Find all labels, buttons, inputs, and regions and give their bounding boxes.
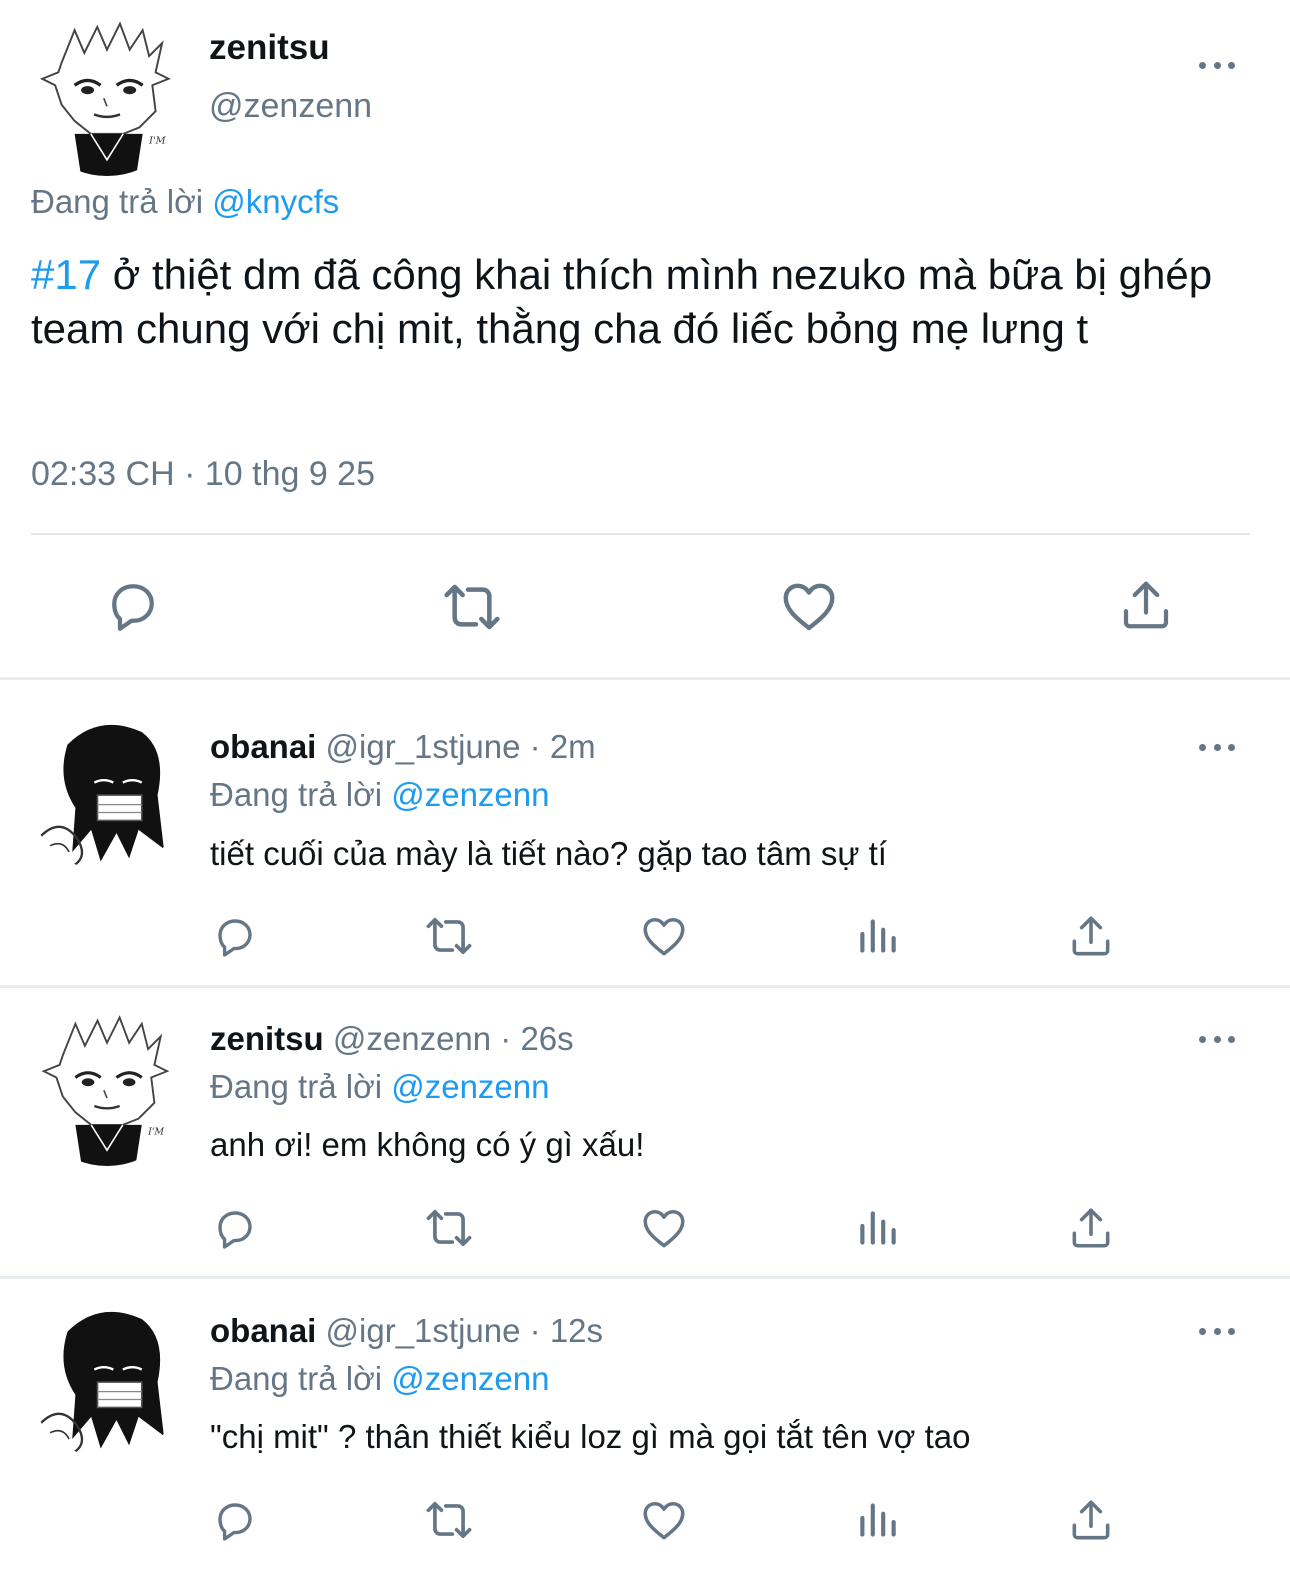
more-icon[interactable] <box>1199 59 1235 71</box>
tweet-text: anh ơi! em không có ý gì xấu! <box>210 1126 645 1163</box>
timestamp[interactable]: 02:33 CH · 10 thg 9 25 <box>31 455 375 494</box>
views-icon[interactable] <box>853 1203 903 1253</box>
retweet-icon[interactable] <box>440 575 504 639</box>
display-name[interactable]: zenitsu <box>210 1020 324 1057</box>
reply-prefix: Đang trả lời <box>31 183 204 220</box>
handle[interactable]: @zenzenn <box>209 87 372 126</box>
divider <box>0 1276 1290 1279</box>
like-icon[interactable] <box>778 575 840 637</box>
reply-icon[interactable] <box>211 912 259 960</box>
reply-to-link[interactable]: @zenzenn <box>391 1068 549 1105</box>
avatar[interactable] <box>28 1300 186 1458</box>
tweet-time[interactable]: · 26s <box>500 1020 573 1057</box>
handle[interactable]: @igr_1stjune <box>326 728 521 765</box>
divider <box>31 533 1250 535</box>
tweet-body: ở thiệt dm đã công khai thích mình nezuk… <box>31 251 1213 352</box>
tweet-time[interactable]: · 12s <box>530 1312 603 1349</box>
display-name[interactable]: zenitsu <box>209 28 330 68</box>
reply-prefix: Đang trả lời <box>210 1360 383 1397</box>
handle[interactable]: @zenzenn <box>333 1020 491 1057</box>
tweet-text: #17 ở thiệt dm đã công khai thích mình n… <box>31 248 1246 356</box>
reply-to-link[interactable]: @knycfs <box>212 183 339 220</box>
share-icon[interactable] <box>1066 911 1116 961</box>
reply-prefix: Đang trả lời <box>210 1068 383 1105</box>
tweet-time[interactable]: · 2m <box>530 728 596 765</box>
tweet-header: obanai @igr_1stjune · 2m <box>210 728 596 766</box>
views-icon[interactable] <box>853 911 903 961</box>
tweet-text: "chị mit" ? thân thiết kiểu loz gì mà gọ… <box>210 1418 971 1455</box>
tweet-text: tiết cuối của mày là tiết nào? gặp tao t… <box>210 835 887 872</box>
tweet-header: obanai @igr_1stjune · 12s <box>210 1312 603 1350</box>
share-icon[interactable] <box>1066 1495 1116 1545</box>
display-name[interactable]: obanai <box>210 728 316 765</box>
retweet-icon[interactable] <box>423 910 475 962</box>
like-icon[interactable] <box>639 1495 689 1545</box>
retweet-icon[interactable] <box>423 1202 475 1254</box>
reply-to-link[interactable]: @zenzenn <box>391 1360 549 1397</box>
handle[interactable]: @igr_1stjune <box>326 1312 521 1349</box>
views-icon[interactable] <box>853 1495 903 1545</box>
share-icon[interactable] <box>1116 575 1176 635</box>
share-icon[interactable] <box>1066 1203 1116 1253</box>
reply-icon[interactable] <box>211 1496 259 1544</box>
display-name[interactable]: obanai <box>210 1312 316 1349</box>
hashtag-link[interactable]: #17 <box>31 251 101 298</box>
reply-context: Đang trả lời @zenzenn <box>210 1068 549 1106</box>
reply-to-link[interactable]: @zenzenn <box>391 776 549 813</box>
tweet-header: zenitsu @zenzenn · 26s <box>210 1020 574 1058</box>
reply-prefix: Đang trả lời <box>210 776 383 813</box>
avatar[interactable] <box>26 14 188 176</box>
divider <box>0 677 1290 680</box>
divider <box>0 985 1290 988</box>
reply-icon[interactable] <box>211 1204 259 1252</box>
like-icon[interactable] <box>639 1203 689 1253</box>
more-icon[interactable] <box>1199 1033 1235 1045</box>
retweet-icon[interactable] <box>423 1494 475 1546</box>
reply-context: Đang trả lời @knycfs <box>31 183 339 221</box>
more-icon[interactable] <box>1199 741 1235 753</box>
like-icon[interactable] <box>639 911 689 961</box>
avatar[interactable] <box>28 1008 186 1166</box>
avatar[interactable] <box>28 713 186 871</box>
reply-context: Đang trả lời @zenzenn <box>210 1360 549 1398</box>
more-icon[interactable] <box>1199 1325 1235 1337</box>
reply-icon[interactable] <box>103 575 163 635</box>
reply-context: Đang trả lời @zenzenn <box>210 776 549 814</box>
